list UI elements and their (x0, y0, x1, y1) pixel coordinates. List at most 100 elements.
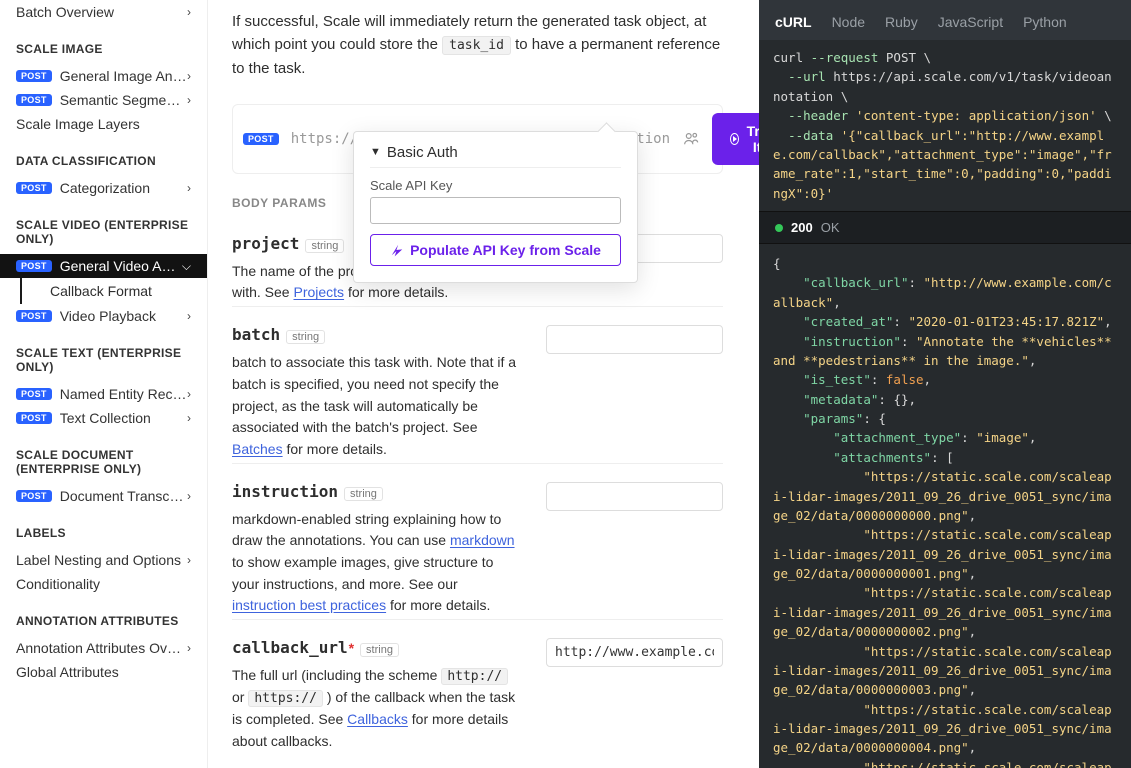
play-icon (730, 133, 739, 145)
populate-api-key-button[interactable]: Populate API Key from Scale (370, 234, 621, 266)
inline-code-task-id: task_id (442, 36, 511, 55)
code-lang-tabs: cURL Node Ruby JavaScript Python (759, 0, 1131, 40)
method-badge: POST (16, 490, 52, 502)
intro-text: If successful, Scale will immediately re… (232, 10, 723, 80)
sidebar-item[interactable]: POSTDocument Transcription› (0, 484, 207, 508)
sidebar-item[interactable]: Batch Overview› (0, 0, 207, 24)
link[interactable]: instruction best practices (232, 597, 386, 613)
sidebar-item-label: Scale Image Layers (16, 116, 191, 132)
sidebar-item[interactable]: POSTCategorization› (0, 176, 207, 200)
param-type: string (360, 643, 399, 657)
param-name: instruction (232, 482, 338, 501)
sidebar-item-label: Global Attributes (16, 664, 191, 680)
try-it-button[interactable]: Try It (712, 113, 759, 165)
sidebar-item-label: Conditionality (16, 576, 191, 592)
code-tab[interactable]: JavaScript (938, 14, 1003, 30)
chevron-icon: › (187, 181, 191, 195)
method-badge: POST (16, 94, 52, 106)
sidebar-section-title: SCALE VIDEO (ENTERPRISE ONLY) (0, 200, 207, 254)
sidebar-section-title: LABELS (0, 508, 207, 548)
param-input[interactable] (546, 325, 723, 354)
code-pane: cURL Node Ruby JavaScript Python curl --requ… (759, 0, 1131, 768)
sidebar-item[interactable]: POST General Image Annotation› (0, 64, 207, 88)
sidebar-item-label: Annotation Attributes Overview (16, 640, 187, 656)
method-badge: POST (16, 388, 52, 400)
sidebar-item[interactable]: POST Named Entity Recognition› (0, 382, 207, 406)
param-desc: markdown-enabled string explaining how t… (232, 509, 522, 617)
chevron-icon: › (187, 641, 191, 655)
code-tab[interactable]: cURL (775, 14, 812, 30)
sidebar-item[interactable]: POST General Video Annotation…⌵ (0, 254, 207, 278)
chevron-icon: ⌵ (182, 259, 191, 274)
link[interactable]: Batches (232, 441, 283, 457)
sidebar-item-label: General Video Annotation… (60, 258, 182, 274)
chevron-icon: › (187, 387, 191, 401)
link[interactable]: markdown (450, 532, 515, 548)
status-text: OK (821, 220, 840, 235)
chevron-icon: › (187, 309, 191, 323)
params-list: projectstringThe name of the project to … (232, 216, 723, 755)
sidebar-item-label: Video Playback (60, 308, 187, 324)
main-content: If successful, Scale will immediately re… (208, 0, 759, 768)
response-json: { "callback_url": "http://www.example.co… (759, 244, 1131, 768)
api-key-label: Scale API Key (370, 178, 621, 193)
sidebar-subitem[interactable]: Callback Format (20, 278, 207, 304)
param-type: string (286, 330, 325, 344)
sidebar-item[interactable]: Scale Image Layers (0, 112, 207, 136)
sidebar-item-label: Named Entity Recognition (60, 386, 187, 402)
code-tab[interactable]: Ruby (885, 14, 918, 30)
param-type: string (344, 487, 383, 501)
curl-request-sample: curl --request POST \ --url https://api.… (759, 40, 1131, 211)
param-row: batchstringbatch to associate this task … (232, 306, 723, 462)
sidebar-item[interactable]: POST Text Collection› (0, 406, 207, 430)
auth-popover-title: Basic Auth (387, 144, 458, 161)
sidebar-item[interactable]: Global Attributes (0, 660, 207, 684)
chevron-icon: › (187, 69, 191, 83)
method-badge: POST (16, 310, 52, 322)
method-badge: POST (16, 182, 52, 194)
caret-down-icon[interactable]: ▼ (370, 146, 381, 158)
param-name: project (232, 234, 299, 253)
sidebar-item[interactable]: Conditionality (0, 572, 207, 596)
method-badge: POST (16, 260, 52, 272)
response-status-bar: 200 OK (759, 211, 1131, 244)
try-it-bar: POST https://api.scale.com/v1/task/video… (232, 104, 723, 174)
method-badge: POST (16, 412, 52, 424)
auth-icon[interactable] (682, 130, 700, 148)
sidebar-item[interactable]: POST Semantic Segmentation …› (0, 88, 207, 112)
code-tab[interactable]: Node (832, 14, 865, 30)
param-row: callback_url* string The full url (includi… (232, 619, 723, 755)
chevron-icon: › (187, 5, 191, 19)
sidebar-item[interactable]: POST Video Playback› (0, 304, 207, 328)
chevron-icon: › (187, 93, 191, 107)
sidebar-section-title: SCALE TEXT (ENTERPRISE ONLY) (0, 328, 207, 382)
link[interactable]: Callbacks (347, 711, 408, 727)
sidebar: Batch Overview›SCALE IMAGEPOSTGeneral Im… (0, 0, 208, 768)
sidebar-item-label: General Image Annotation (60, 68, 187, 84)
link[interactable]: Projects (293, 284, 344, 300)
status-dot-icon (775, 224, 783, 232)
sidebar-item-label: Document Transcription (60, 488, 187, 504)
param-desc: batch to associate this task with. Note … (232, 352, 522, 460)
param-input[interactable] (546, 482, 723, 511)
method-badge: POST (16, 70, 52, 82)
chevron-icon: › (187, 553, 191, 567)
sidebar-item-label: Semantic Segmentation … (60, 92, 187, 108)
code-tab[interactable]: Python (1023, 14, 1067, 30)
chevron-icon: › (187, 411, 191, 425)
required-marker: * (349, 640, 354, 656)
sidebar-item-label: Label Nesting and Options (16, 552, 187, 568)
auth-popover: ▼ Basic Auth Scale API Key Populate API K… (353, 131, 638, 283)
sidebar-item[interactable]: Label Nesting and Options› (0, 548, 207, 572)
sidebar-item-label: Batch Overview (16, 4, 187, 20)
sidebar-item[interactable]: Annotation Attributes Overview› (0, 636, 207, 660)
api-key-input[interactable] (370, 197, 621, 224)
param-name: callback_url (232, 638, 348, 657)
param-desc: The full url (including the scheme http:… (232, 665, 522, 753)
sidebar-item-label: Text Collection (60, 410, 187, 426)
sidebar-section-title: SCALE IMAGE (0, 24, 207, 64)
sidebar-section-title: SCALE DOCUMENT (ENTERPRISE ONLY) (0, 430, 207, 484)
param-input[interactable] (546, 638, 723, 667)
param-row: instruction string markdown-enabled string… (232, 463, 723, 619)
sidebar-section-title: DATA CLASSIFICATION (0, 136, 207, 176)
